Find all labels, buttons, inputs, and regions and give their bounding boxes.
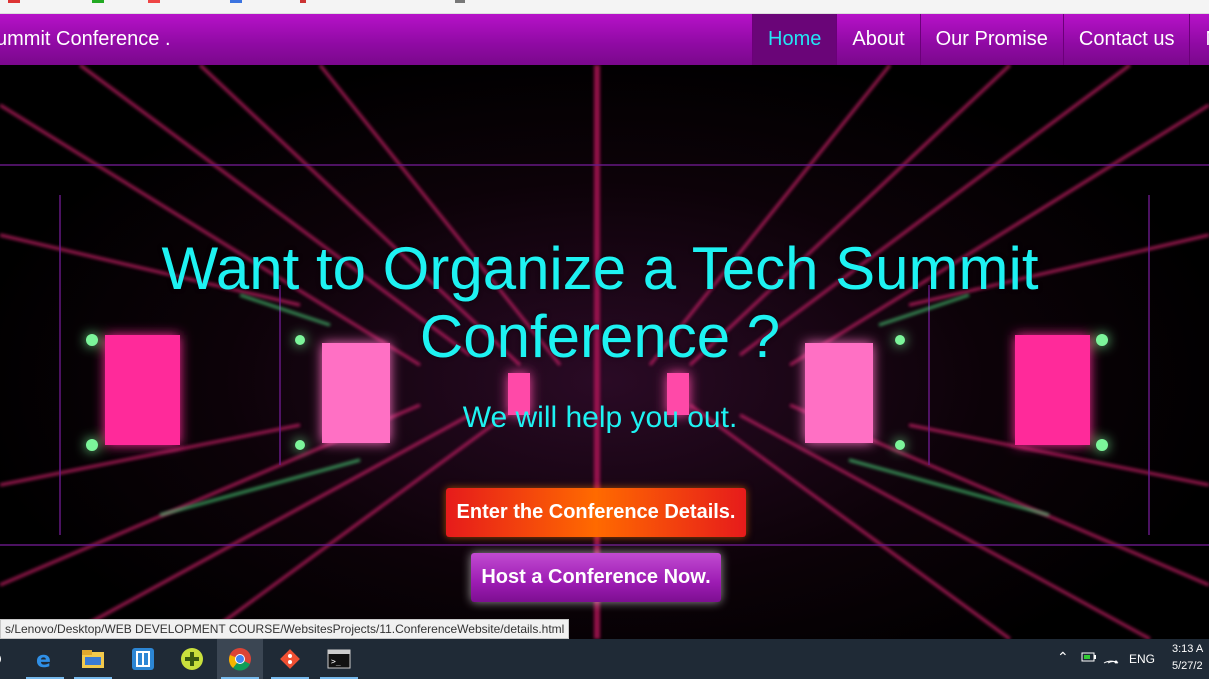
chevron-up-icon[interactable]: ⌃ bbox=[1057, 649, 1069, 666]
wifi-icon[interactable] bbox=[1103, 650, 1119, 667]
bookmark-icon[interactable] bbox=[300, 0, 306, 3]
hero-headline-line1: Want to Organize a Tech Summit bbox=[161, 235, 1039, 302]
system-tray: ⌃ ENG 3:13 A 5/27/2 bbox=[1057, 639, 1209, 679]
clock-time[interactable]: 3:13 A bbox=[1172, 643, 1203, 655]
edge-icon[interactable]: e bbox=[22, 639, 68, 679]
terminal-icon[interactable]: >_ bbox=[316, 639, 362, 679]
battery-icon[interactable] bbox=[1081, 651, 1097, 666]
bookmark-bar bbox=[0, 0, 1209, 14]
nav-more[interactable]: N bbox=[1189, 14, 1209, 65]
nav-home[interactable]: Home bbox=[752, 14, 837, 65]
hero-headline-line2: Conference ? bbox=[419, 303, 781, 370]
clock-date[interactable]: 5/27/2 bbox=[1172, 660, 1203, 672]
svg-text:>_: >_ bbox=[331, 657, 341, 666]
taskbar: e >_ ⌃ ENG 3:13 A 5/27/2 bbox=[0, 639, 1209, 679]
hero-subheadline: We will help you out. bbox=[462, 401, 738, 434]
bookmark-icon[interactable] bbox=[148, 0, 160, 3]
search-icon[interactable] bbox=[0, 639, 8, 679]
site-brand[interactable]: ummit Conference . bbox=[0, 14, 171, 65]
screen: ummit Conference . Home About Our Promis… bbox=[0, 0, 1209, 679]
bookmark-icon[interactable] bbox=[230, 0, 242, 3]
bookmark-icon[interactable] bbox=[8, 0, 20, 3]
status-bar-url: s/Lenovo/Desktop/WEB DEVELOPMENT COURSE/… bbox=[0, 619, 570, 639]
svg-text:e: e bbox=[36, 648, 51, 671]
app-icon[interactable] bbox=[120, 639, 166, 679]
git-icon[interactable] bbox=[267, 639, 313, 679]
nav-contact-us[interactable]: Contact us bbox=[1062, 14, 1190, 65]
hero-section: Want to Organize a Tech Summit Conferenc… bbox=[0, 65, 1209, 639]
nav-our-promise[interactable]: Our Promise bbox=[919, 14, 1063, 65]
bookmark-icon[interactable] bbox=[455, 0, 465, 3]
host-conference-button[interactable]: Host a Conference Now. bbox=[471, 553, 721, 602]
nav-links: Home About Our Promise Contact us N bbox=[752, 14, 1209, 65]
navbar: ummit Conference . Home About Our Promis… bbox=[0, 14, 1209, 65]
nav-about[interactable]: About bbox=[836, 14, 919, 65]
chrome-icon[interactable] bbox=[217, 639, 263, 679]
enter-details-button[interactable]: Enter the Conference Details. bbox=[446, 488, 746, 537]
language-indicator[interactable]: ENG bbox=[1129, 652, 1155, 666]
plus-app-icon[interactable] bbox=[169, 639, 215, 679]
bookmark-icon[interactable] bbox=[92, 0, 104, 3]
hero-headline: Want to Organize a Tech Summit Conferenc… bbox=[100, 235, 1100, 371]
file-explorer-icon[interactable] bbox=[70, 639, 116, 679]
